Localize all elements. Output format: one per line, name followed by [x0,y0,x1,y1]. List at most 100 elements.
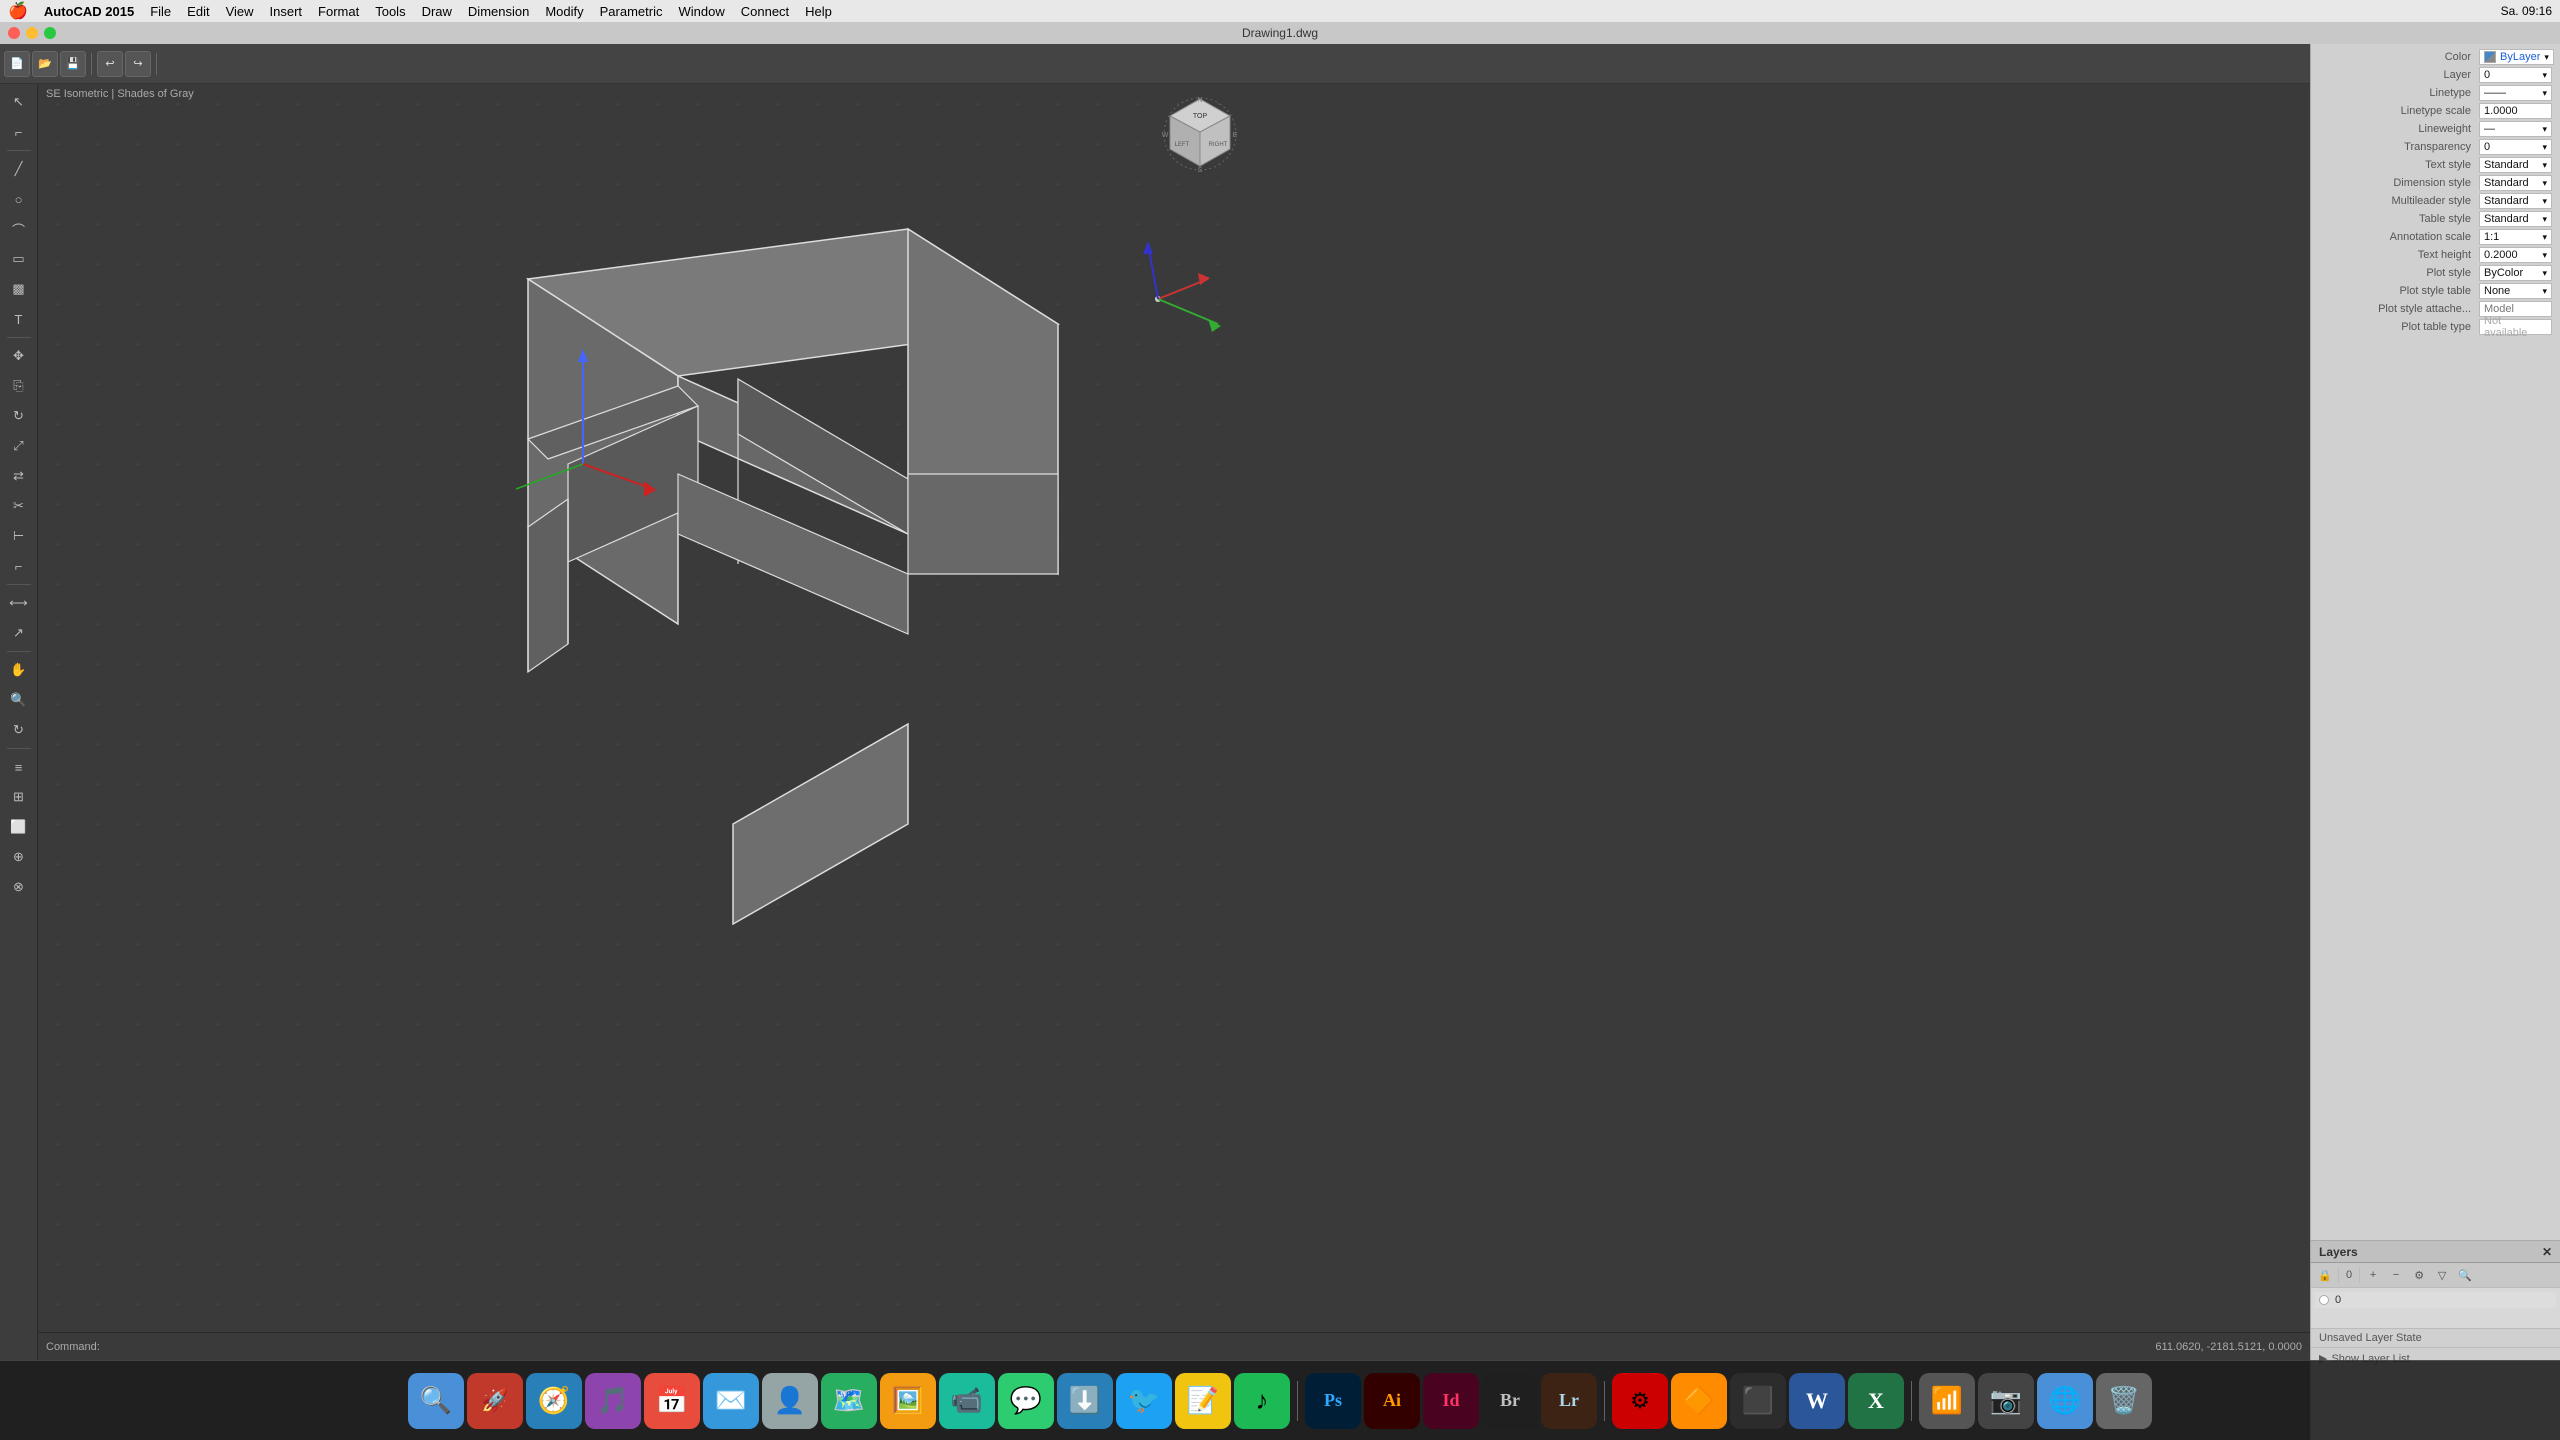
viewport[interactable]: SE Isometric | Shades of Gray TOP LEFT R… [38,84,1250,1412]
copy-tool[interactable]: ⎘ [5,372,33,400]
dock-chrome[interactable]: 🌐 [2037,1373,2093,1429]
dock-photos[interactable]: 🖼️ [880,1373,936,1429]
layer-delete[interactable]: − [2386,1265,2406,1285]
menu-window[interactable]: Window [671,4,733,19]
menu-tools[interactable]: Tools [367,4,413,19]
scale-tool[interactable]: ⤢ [5,432,33,460]
menu-modify[interactable]: Modify [537,4,591,19]
dimension-tool[interactable]: ⟷ [5,589,33,617]
dock-itunes[interactable]: 🎵 [585,1373,641,1429]
value-multileader-style[interactable]: Standard ▾ [2479,193,2552,209]
circle-tool[interactable]: ○ [5,185,33,213]
line-tool[interactable]: ╱ [5,155,33,183]
dock-stickies[interactable]: 📝 [1175,1373,1231,1429]
arc-tool[interactable]: ⌒ [5,215,33,243]
dock-vlc[interactable]: 🔶 [1671,1373,1727,1429]
save-button[interactable]: 💾 [60,51,86,77]
polyline-tool[interactable]: ⌐ [5,118,33,146]
dock-twitter[interactable]: 🐦 [1116,1373,1172,1429]
dock-launch[interactable]: 🚀 [467,1373,523,1429]
value-color[interactable]: ByLayer ▾ [2479,49,2554,65]
text-tool[interactable]: T [5,305,33,333]
xref-tool[interactable]: ⊗ [5,873,33,901]
dock-messages[interactable]: 💬 [998,1373,1054,1429]
dock-lightroom[interactable]: Lr [1541,1373,1597,1429]
value-transparency[interactable]: 0 ▾ [2479,139,2552,155]
fillet-tool[interactable]: ⌐ [5,552,33,580]
dock-appstore[interactable]: ⬇️ [1057,1373,1113,1429]
rectangle-tool[interactable]: ▭ [5,245,33,273]
block-tool[interactable]: ⬜ [5,813,33,841]
menu-dimension[interactable]: Dimension [460,4,537,19]
maximize-button[interactable] [44,27,56,39]
value-text-height[interactable]: 0.2000 ▾ [2479,247,2552,263]
menu-insert[interactable]: Insert [262,4,311,19]
dock-photoshop[interactable]: Ps [1305,1373,1361,1429]
layer-search[interactable]: 🔍 [2455,1265,2475,1285]
menu-draw[interactable]: Draw [414,4,460,19]
value-layer[interactable]: 0 ▾ [2479,67,2552,83]
value-lineweight[interactable]: — ▾ [2479,121,2552,137]
layer-item-0[interactable]: 0 [2315,1292,2556,1308]
redo-button[interactable]: ↪ [125,51,151,77]
select-tool[interactable]: ↖ [5,88,33,116]
dock-finder[interactable]: 🔍 [408,1373,464,1429]
menu-view[interactable]: View [218,4,262,19]
apple-menu[interactable]: 🍎 [0,1,36,21]
move-tool[interactable]: ✥ [5,342,33,370]
layer-add[interactable]: + [2363,1265,2383,1285]
dock-terminal[interactable]: ⬛ [1730,1373,1786,1429]
value-plot-style[interactable]: ByColor ▾ [2479,265,2552,281]
dock-maps[interactable]: 🗺️ [821,1373,877,1429]
hatch-tool[interactable]: ▩ [5,275,33,303]
dock-mail[interactable]: ✉️ [703,1373,759,1429]
rotate-tool[interactable]: ↻ [5,402,33,430]
orbit-tool[interactable]: ↻ [5,716,33,744]
menu-autocad[interactable]: AutoCAD 2015 [36,4,142,19]
value-linetype-scale[interactable]: 1.0000 [2479,103,2552,119]
pan-tool[interactable]: ✋ [5,656,33,684]
value-text-style[interactable]: Standard ▾ [2479,157,2552,173]
insert-tool[interactable]: ⊕ [5,843,33,871]
dock-ical[interactable]: 📅 [644,1373,700,1429]
viewcube[interactable]: TOP LEFT RIGHT N E S W [1160,94,1240,174]
dock-indesign[interactable]: Id [1423,1373,1479,1429]
dock-excel[interactable]: X [1848,1373,1904,1429]
layer-tool[interactable]: ≡ [5,753,33,781]
menu-help[interactable]: Help [797,4,840,19]
dock-spotify[interactable]: ♪ [1234,1373,1290,1429]
dock-safari[interactable]: 🧭 [526,1373,582,1429]
value-plot-style-table[interactable]: None ▾ [2479,283,2552,299]
drawing-canvas[interactable] [38,84,1250,1412]
trim-tool[interactable]: ✂ [5,492,33,520]
dock-facetime[interactable]: 📹 [939,1373,995,1429]
menu-edit[interactable]: Edit [179,4,217,19]
value-linetype[interactable]: —— ▾ [2479,85,2552,101]
dock-autocad[interactable]: ⚙ [1612,1373,1668,1429]
command-input[interactable] [104,1341,304,1353]
menu-connect[interactable]: Connect [733,4,797,19]
menu-parametric[interactable]: Parametric [592,4,671,19]
value-dim-style[interactable]: Standard ▾ [2479,175,2552,191]
minimize-button[interactable] [26,27,38,39]
value-annotation-scale[interactable]: 1:1 ▾ [2479,229,2552,245]
undo-button[interactable]: ↩ [97,51,123,77]
layers-close[interactable]: ✕ [2542,1245,2552,1259]
dock-illustrator[interactable]: Ai [1364,1373,1420,1429]
layer-settings[interactable]: ⚙ [2409,1265,2429,1285]
open-button[interactable]: 📂 [32,51,58,77]
close-button[interactable] [8,27,20,39]
mirror-tool[interactable]: ⇄ [5,462,33,490]
dock-bridge[interactable]: Br [1482,1373,1538,1429]
properties-tool[interactable]: ⊞ [5,783,33,811]
dock-contacts[interactable]: 👤 [762,1373,818,1429]
dock-wifi[interactable]: 📶 [1919,1373,1975,1429]
menu-file[interactable]: File [142,4,179,19]
value-table-style[interactable]: Standard ▾ [2479,211,2552,227]
extend-tool[interactable]: ⊢ [5,522,33,550]
leader-tool[interactable]: ↗ [5,619,33,647]
dock-screencap[interactable]: 📷 [1978,1373,2034,1429]
new-button[interactable]: 📄 [4,51,30,77]
dock-word[interactable]: W [1789,1373,1845,1429]
menu-format[interactable]: Format [310,4,367,19]
